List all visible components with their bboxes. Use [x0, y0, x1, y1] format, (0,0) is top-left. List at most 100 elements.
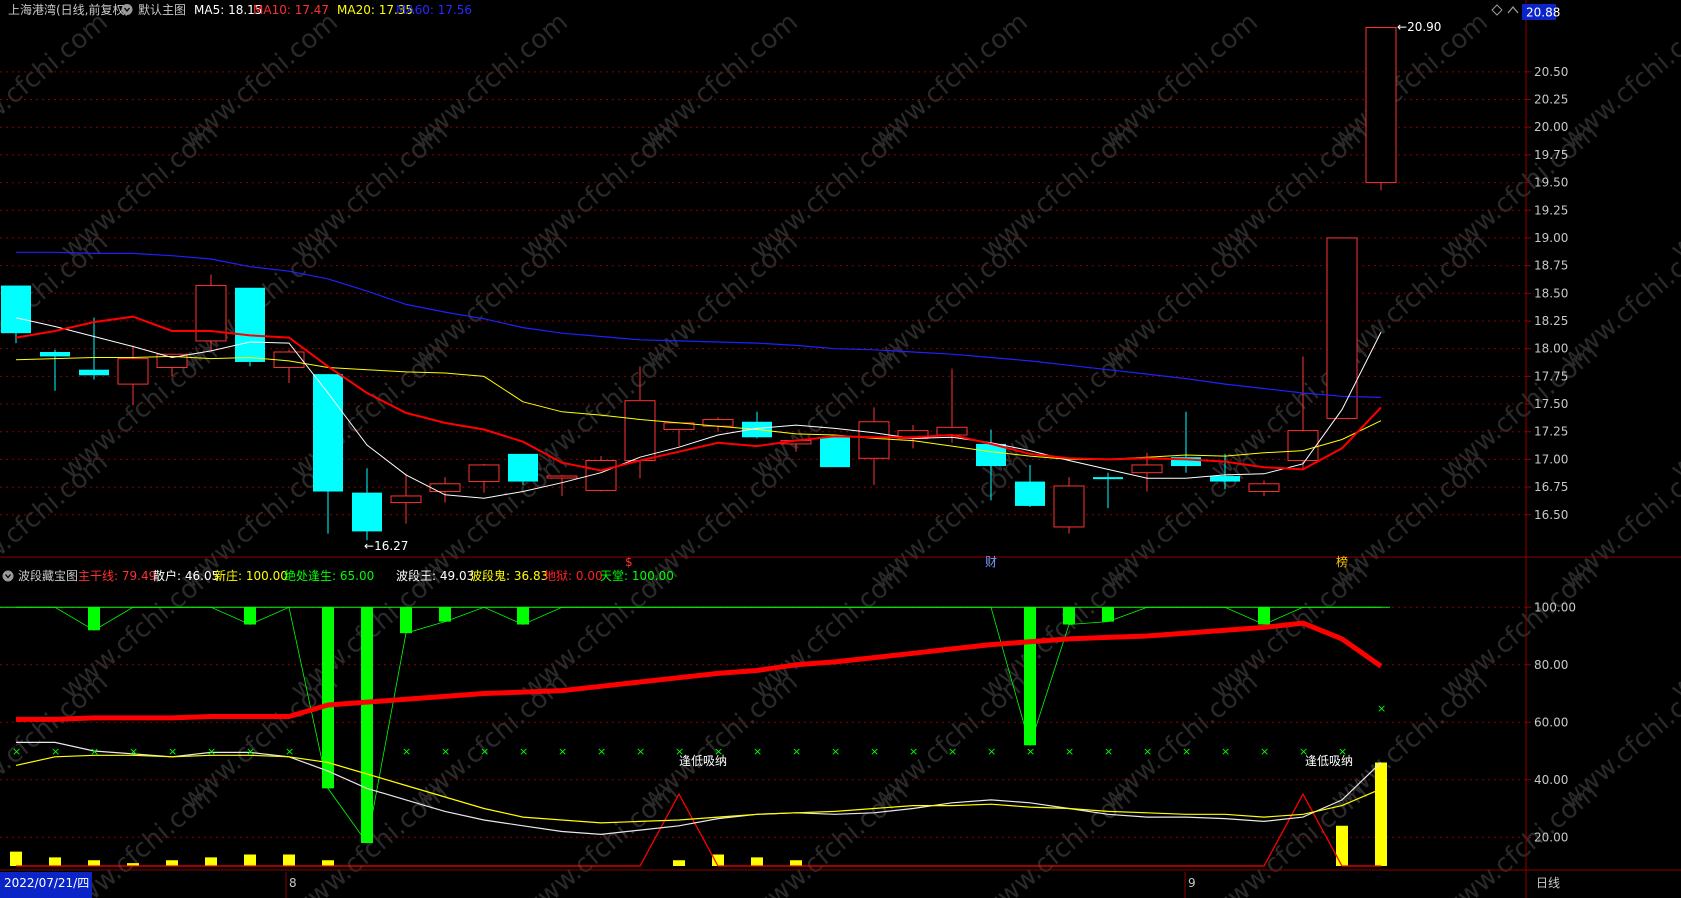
- ma60-label: MA60: 17.56: [396, 3, 472, 17]
- green-cross-marker: ×: [792, 745, 801, 758]
- green-bar[interactable]: [1258, 607, 1270, 625]
- green-cross-marker: ×: [168, 745, 177, 758]
- candle-body[interactable]: [1248, 483, 1280, 493]
- ma10-label: MA10: 17.47: [253, 3, 329, 17]
- yellow-bar[interactable]: [712, 854, 724, 867]
- green-cross-marker: ×: [1377, 702, 1386, 715]
- candle-body[interactable]: [508, 453, 538, 482]
- green-bar[interactable]: [439, 607, 451, 622]
- green-bar[interactable]: [322, 607, 334, 789]
- green-bar[interactable]: [517, 607, 529, 625]
- yellow-bar[interactable]: [88, 860, 100, 866]
- yellow-bar[interactable]: [1375, 762, 1387, 867]
- yellow-bar[interactable]: [10, 851, 22, 866]
- green-cross-marker: ×: [285, 745, 294, 758]
- candle-body[interactable]: [858, 421, 890, 459]
- y-tick-label: 16.75: [1534, 480, 1568, 494]
- heaven-label: 天堂: 100.00: [600, 569, 674, 583]
- green-cross-marker: ×: [558, 745, 567, 758]
- candle-body[interactable]: [1015, 481, 1045, 506]
- candle-body[interactable]: [468, 464, 500, 483]
- signal-text-1: 逢低吸纳: [679, 754, 727, 768]
- candle-body[interactable]: [1287, 430, 1319, 462]
- candle-body[interactable]: [1210, 476, 1240, 482]
- green-cross-marker: ×: [948, 745, 957, 758]
- yellow-bar[interactable]: [283, 854, 295, 867]
- period-label[interactable]: 日线: [1536, 876, 1560, 890]
- event-marker-ranking[interactable]: 榜: [1336, 554, 1348, 569]
- candle-body[interactable]: [1093, 477, 1123, 480]
- y-tick-label: 20.00: [1534, 830, 1568, 844]
- candle-body[interactable]: [546, 475, 578, 479]
- event-marker-finance[interactable]: 财: [985, 555, 997, 569]
- green-cross-marker: ×: [636, 745, 645, 758]
- watermark-text: www.cfchi.com: [1665, 337, 1681, 485]
- y-tick-label: 17.25: [1534, 425, 1568, 439]
- candle-body[interactable]: [390, 495, 422, 504]
- candle-body[interactable]: [1053, 485, 1085, 528]
- main-trunk-line: [16, 620, 1383, 722]
- indicator-menu-icon[interactable]: [121, 4, 133, 15]
- candle-body[interactable]: [1365, 27, 1397, 184]
- yellow-bar[interactable]: [166, 860, 178, 866]
- green-bar[interactable]: [88, 607, 100, 631]
- green-bar[interactable]: [1102, 607, 1114, 622]
- green-bar[interactable]: [1063, 607, 1075, 625]
- yellow-bar[interactable]: [673, 860, 685, 866]
- y-tick-label: 20.00: [1534, 120, 1568, 134]
- green-cross-marker: ×: [987, 745, 996, 758]
- candle-body[interactable]: [820, 437, 850, 468]
- main-indicator-name[interactable]: 默认主图: [138, 2, 186, 17]
- current-price: 20.88: [1526, 6, 1560, 20]
- green-cross-marker: ×: [363, 745, 372, 758]
- candle-body[interactable]: [313, 374, 343, 492]
- candle-body[interactable]: [429, 483, 461, 493]
- candle-body[interactable]: [1131, 464, 1163, 474]
- watermark-text: www.cfchi.com: [0, 667, 114, 815]
- yellow-bar[interactable]: [49, 857, 61, 866]
- ma20-line: [15, 355, 1382, 460]
- green-cross-marker: ×: [1143, 745, 1152, 758]
- candle-body[interactable]: [1, 285, 31, 334]
- candle-body[interactable]: [117, 358, 149, 385]
- y-tick-label: 20.50: [1534, 65, 1568, 79]
- candle-body[interactable]: [1326, 237, 1358, 419]
- candle-body[interactable]: [40, 351, 70, 357]
- red-signal-line: [16, 792, 1381, 867]
- y-tick-label: 100.00: [1534, 600, 1576, 614]
- yellow-bar[interactable]: [244, 854, 256, 867]
- event-marker-dollar[interactable]: $: [625, 555, 633, 569]
- y-tick-label: 18.75: [1534, 259, 1568, 273]
- candle-body[interactable]: [79, 369, 109, 376]
- sub-indicator-name[interactable]: 波段藏宝图: [18, 568, 78, 583]
- yellow-bar[interactable]: [322, 860, 334, 866]
- green-bar[interactable]: [1024, 607, 1036, 746]
- chart-canvas: www.cfchi.com www.cfchi.com www.cfchi.com w…: [0, 0, 1681, 898]
- green-cross-marker: ×: [246, 745, 255, 758]
- cursor-date: 2022/07/21/四: [4, 876, 89, 890]
- yellow-bar[interactable]: [751, 857, 763, 866]
- candle-body[interactable]: [624, 400, 656, 462]
- y-tick-label: 19.00: [1534, 231, 1568, 245]
- green-cross-marker: ×: [441, 745, 450, 758]
- watermark-text: www.cfchi.com: [0, 7, 114, 155]
- y-tick-label: 18.50: [1534, 286, 1568, 300]
- green-bar[interactable]: [400, 607, 412, 634]
- green-bar[interactable]: [244, 607, 256, 625]
- candle-body[interactable]: [936, 426, 968, 436]
- yellow-bar[interactable]: [1336, 825, 1348, 866]
- main-y-axis: 20.50 20.25 20.00 19.75 19.50 19.25 19.00 18.75…: [1526, 65, 1568, 522]
- candle-body[interactable]: [235, 287, 265, 362]
- candle-body[interactable]: [352, 492, 382, 532]
- watermark-text: www.cfchi.com: [975, 777, 1144, 898]
- yellow-bar[interactable]: [205, 857, 217, 866]
- y-tick-label: 19.25: [1534, 203, 1568, 217]
- main-line-label: 主干线: 79.49: [78, 569, 156, 583]
- green-bar[interactable]: [361, 607, 373, 843]
- yellow-bar[interactable]: [790, 860, 802, 866]
- diamond-icon[interactable]: [1491, 4, 1503, 16]
- sub-header: 波段藏宝图 主干线: 79.49 散户: 46.05 新庄: 100.00 绝处…: [2, 568, 674, 583]
- sub-indicator-menu-icon[interactable]: [2, 570, 14, 582]
- green-cross-marker: ×: [597, 745, 606, 758]
- chevron-up-icon[interactable]: [1507, 5, 1519, 14]
